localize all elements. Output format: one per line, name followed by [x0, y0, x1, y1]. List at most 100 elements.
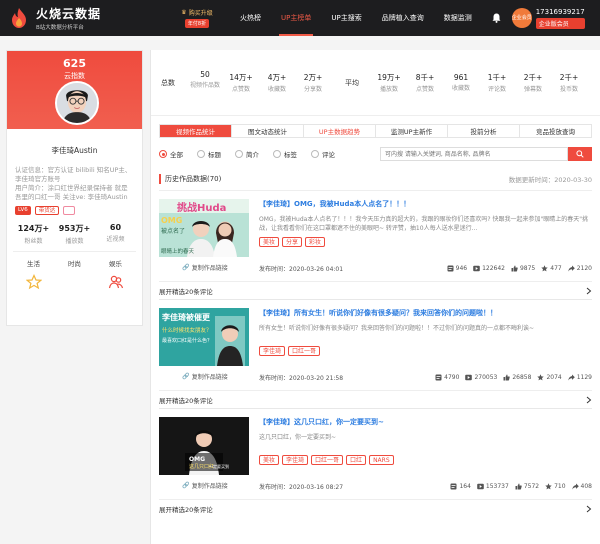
star-icon	[13, 274, 54, 290]
filter-tag[interactable]: 标签	[273, 149, 297, 159]
average-label: 平均	[345, 78, 359, 87]
post-tag[interactable]: 美妆	[259, 237, 280, 247]
flame-logo-icon	[8, 7, 30, 29]
danmaku-icon	[450, 483, 457, 490]
post-time: 发布时间：2020-03-16 08:27	[259, 484, 344, 491]
tab-data-trend[interactable]: UP主数据趋势	[304, 125, 376, 137]
post-desc: 这几只口红，你一定要买到~	[259, 434, 337, 441]
svg-text:挑战Huda: 挑战Huda	[177, 201, 226, 214]
videos-label: 近视频	[106, 236, 125, 243]
post-tag[interactable]: 口红	[346, 455, 367, 465]
post-meta: 发布时间：2020-03-16 08:27 164 153737 7572 71…	[259, 483, 592, 491]
play-icon	[477, 483, 484, 490]
post-title[interactable]: 【李佳琦】这几只口红，你一定要买到~	[259, 417, 592, 427]
like-icon	[503, 374, 511, 381]
profile-bio: 用户简介：涂口红世界纪录保持者 就是吾里的口红一哥 关注ve: 李佳琦Austi…	[15, 184, 128, 201]
profile-card: 625 云指数 李佳琦Austin 认证信息：官方认证 bilibili 知名U…	[6, 50, 143, 326]
post-tag[interactable]: NARS	[369, 455, 394, 465]
share-icon	[568, 374, 575, 381]
post-tag[interactable]: 李佳琦	[259, 346, 286, 356]
filter-all[interactable]: 全部	[159, 149, 183, 159]
profile-stats: 124万+ 粉丝数 953万+ 播放数 60 近视频	[13, 223, 136, 252]
svg-text:一定要买到: 一定要买到	[209, 463, 229, 469]
post-tag[interactable]: 李佳琦	[282, 455, 309, 465]
search-box	[380, 147, 592, 161]
post-tag[interactable]: 口红一哥	[288, 346, 321, 356]
post-item: 李佳琦被催更 什么时候找女朋友？ 最喜欢口红是什么色？ 🔗 复制作品链接 【李佳琦…	[159, 300, 592, 409]
post-desc: OMG，我被Huda本人点名了！！！我今天压力真的超大的，我跟的眼妆你们还喜欢吗…	[259, 216, 588, 232]
profile-tags: LV6 带货达	[15, 206, 134, 215]
post-time: 发布时间：2020-03-20 21:58	[259, 375, 344, 382]
tab-monitor-new[interactable]: 监测UP主新作	[376, 125, 448, 137]
video-thumbnail[interactable]: 李佳琦被催更 什么时候找女朋友？ 最喜欢口红是什么色？	[159, 308, 249, 366]
summary-bar: 总数 50 视频作品数 14万+ 点赞数 4万+ 收藏数 2万+ 分享数 平均 19万…	[151, 50, 600, 116]
nav-up-search[interactable]: UP主搜索	[321, 0, 371, 36]
user-avatar[interactable]: 企业会员	[511, 8, 532, 28]
history-header: 历史作品数据(70) 数据更新时间：2020-03-30	[159, 174, 592, 191]
star-icon	[541, 265, 548, 272]
user-info[interactable]: 17316939217 企业版会员	[535, 8, 585, 29]
profile-desc: 认证信息：官方认证 bilibili 知名UP主、李佳琦官方账号 用户简介：涂口…	[15, 166, 134, 202]
profile-name: 李佳琦Austin	[51, 146, 98, 155]
video-thumbnail[interactable]: 挑战Huda OMG 被点名了 眼睛上的春天	[159, 199, 249, 257]
post-tag[interactable]: 口红一哥	[311, 455, 344, 465]
post-tag[interactable]: 分享	[282, 237, 303, 247]
avatar	[55, 81, 99, 125]
like-icon	[511, 265, 518, 272]
search-button[interactable]	[568, 147, 592, 161]
svg-text:最喜欢口红是什么色？: 最喜欢口红是什么色？	[162, 337, 212, 344]
crown-icon: ♛	[181, 9, 187, 16]
summary-average: 平均 19万+ 播放数 8千+ 点赞数 961 收藏数 1千+ 评论数 2千+ 弹幕数 2…	[345, 73, 579, 93]
upgrade-promo[interactable]: ♛ 购买升级 年付8折	[172, 8, 222, 28]
video-thumbnail[interactable]: OMG 这几只口红 一定要买到	[159, 417, 249, 475]
like-icon	[515, 483, 522, 490]
gender-badge	[63, 206, 76, 215]
filter-title[interactable]: 标题	[197, 149, 221, 159]
post-tag[interactable]: 彩妆	[305, 237, 326, 247]
search-input[interactable]	[380, 147, 568, 161]
chevron-right-icon	[586, 505, 592, 512]
post-title[interactable]: 【李佳琦】OMG，我被Huda本人点名了！！！	[259, 199, 592, 209]
tab-dynamic-stats[interactable]: 图文动态统计	[232, 125, 304, 137]
promo-badge: 年付8折	[184, 19, 210, 28]
logo[interactable]: 火烧云数据 B站大数据分析平台	[8, 5, 158, 31]
videos-value: 60	[109, 223, 122, 232]
svg-text:李佳琦被催更: 李佳琦被催更	[161, 312, 211, 322]
copy-link-button[interactable]: 🔗 复制作品链接	[159, 372, 251, 381]
brand-title: 火烧云数据	[36, 7, 102, 21]
link-icon: 🔗	[182, 264, 190, 271]
expand-comments[interactable]: 展开精选20条评论	[159, 390, 592, 408]
danmaku-icon	[435, 374, 442, 381]
bell-icon[interactable]	[490, 11, 504, 25]
filter-intro[interactable]: 简介	[235, 149, 259, 159]
total-label: 总数	[161, 78, 175, 87]
expand-comments[interactable]: 展开精选20条评论	[159, 499, 592, 517]
link-icon: 🔗	[182, 373, 190, 380]
copy-link-button[interactable]: 🔗 复制作品链接	[159, 263, 251, 272]
history-title: 历史作品数据(70)	[159, 174, 221, 184]
nav-hot-list[interactable]: 火热榜	[230, 0, 271, 36]
category-entertainment[interactable]: 娱乐	[95, 258, 136, 290]
nav-data-monitor[interactable]: 数据监测	[434, 0, 482, 36]
post-title[interactable]: 【李佳琦】所有女生！听说你们好像有很多疑问？我来回答你们的问题啦！！	[259, 308, 592, 318]
profile-cert: 认证信息：官方认证 bilibili 知名UP主、李佳琦官方账号	[15, 166, 132, 183]
post-tags: 美妆 分享 彩妆	[259, 237, 592, 247]
star-icon	[545, 483, 552, 490]
plays-label: 播放数	[65, 238, 84, 245]
nav-up-ranking[interactable]: UP主榜单	[271, 0, 321, 36]
post-tag[interactable]: 美妆	[259, 455, 280, 465]
filter-comment[interactable]: 评论	[311, 149, 335, 159]
tab-competitor[interactable]: 竞品投放查询	[520, 125, 591, 137]
share-icon	[568, 265, 575, 272]
cloud-index-label: 云指数	[64, 72, 85, 80]
copy-link-button[interactable]: 🔗 复制作品链接	[159, 481, 251, 490]
nav-brand-query[interactable]: 品牌植入查询	[372, 0, 434, 36]
category-life[interactable]: 生活	[13, 258, 54, 290]
search-icon	[576, 150, 584, 158]
tab-video-stats[interactable]: 视频作品统计	[160, 125, 232, 137]
category-fashion[interactable]: 时尚	[54, 258, 95, 290]
post-tags: 美妆 李佳琦 口红一哥 口红 NARS	[259, 455, 592, 465]
expand-comments[interactable]: 展开精选20条评论	[159, 281, 592, 299]
post-desc: 所有女生！听说你们好像有很多疑问？我来回答你们的问题啦！！不过你们的问题真的一点…	[259, 325, 535, 332]
tab-pre-analysis[interactable]: 投前分析	[448, 125, 520, 137]
